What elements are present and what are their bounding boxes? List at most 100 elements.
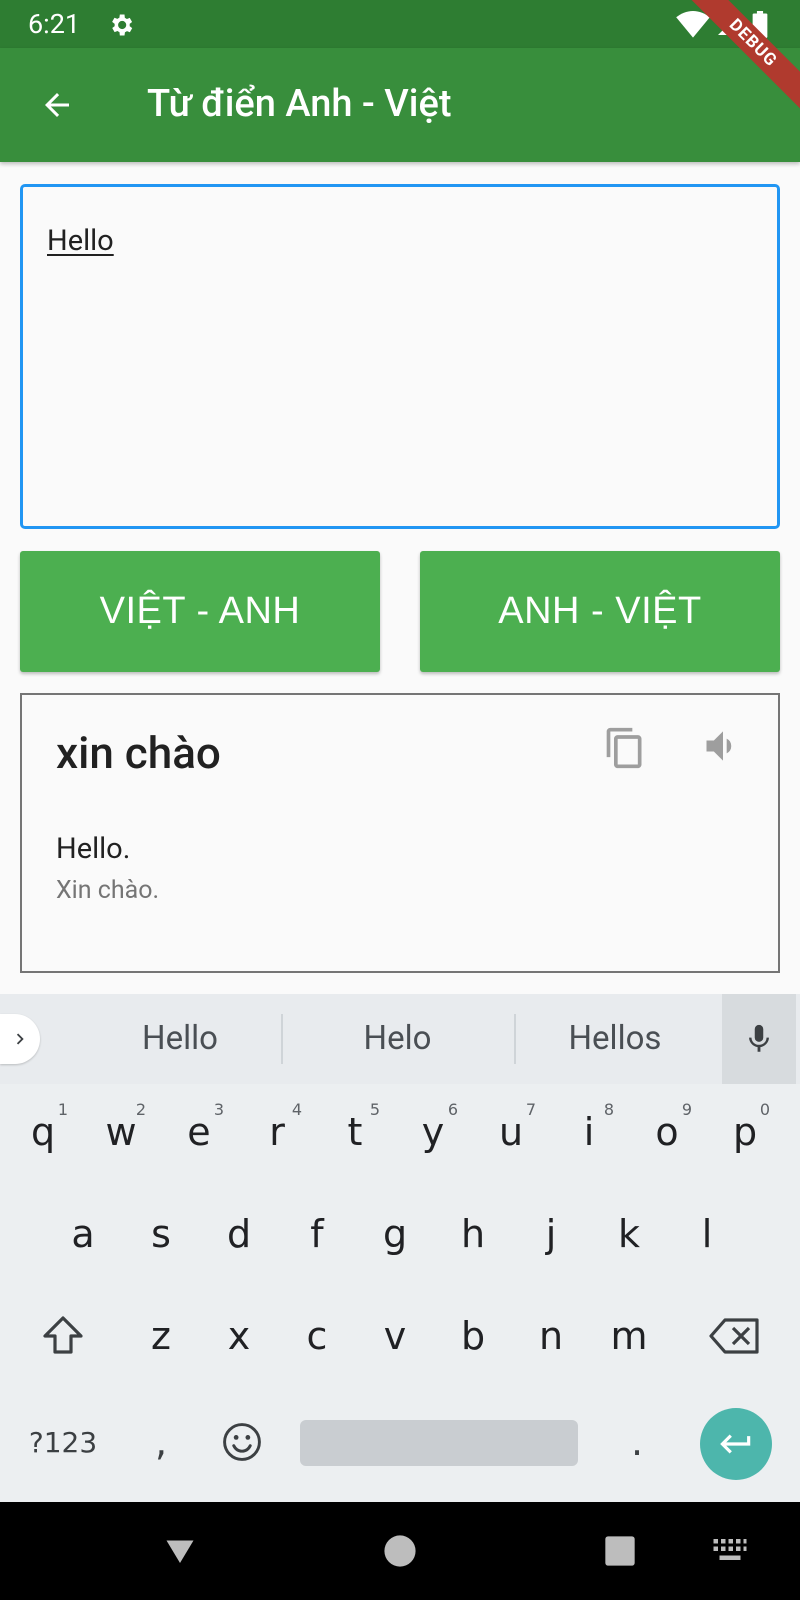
backspace-icon <box>709 1318 759 1354</box>
keyboard-icon <box>713 1539 747 1560</box>
status-time: 6:21 <box>28 8 81 40</box>
key-t[interactable]: t5 <box>316 1092 394 1172</box>
translation-input[interactable]: Hello <box>20 184 780 529</box>
soft-keyboard: Hello Helo Hellos q1 w2 e3 r4 t5 y6 u7 i… <box>0 994 800 1502</box>
result-word: xin chào <box>56 727 221 779</box>
key-hint: 0 <box>759 1100 770 1119</box>
key-label: i <box>583 1110 595 1154</box>
key-hint: 3 <box>213 1100 224 1119</box>
backspace-key[interactable] <box>690 1296 780 1376</box>
key-hint: 9 <box>681 1100 692 1119</box>
cell-signal-icon <box>718 15 738 35</box>
settings-gear-icon <box>112 14 133 36</box>
key-b[interactable]: b <box>434 1296 512 1376</box>
suggestion-bar: Hello Helo Hellos <box>0 994 800 1084</box>
expand-suggestions-button[interactable] <box>0 1014 40 1064</box>
enter-key[interactable] <box>700 1408 772 1480</box>
volume-icon <box>706 731 732 761</box>
suggestion-3[interactable]: Hellos <box>525 1014 705 1064</box>
triangle-back-icon <box>166 1540 194 1563</box>
key-h[interactable]: h <box>434 1194 512 1274</box>
input-text[interactable]: Hello <box>47 221 114 261</box>
key-label: y <box>421 1110 445 1154</box>
key-hint: 4 <box>291 1100 302 1119</box>
key-label: u <box>498 1110 524 1154</box>
key-k[interactable]: k <box>590 1194 668 1274</box>
square-recents-icon <box>605 1536 635 1566</box>
wifi-icon <box>676 11 710 38</box>
key-f[interactable]: f <box>278 1194 356 1274</box>
key-s[interactable]: s <box>122 1194 200 1274</box>
nav-back-button[interactable] <box>155 1526 205 1576</box>
keyboard-switch-button[interactable] <box>705 1526 755 1576</box>
copy-icon <box>606 727 642 769</box>
shift-key[interactable] <box>22 1296 104 1376</box>
suggestion-divider <box>281 1014 283 1064</box>
page-title: Từ điển Anh - Việt <box>147 82 452 126</box>
speaker-button[interactable] <box>698 721 748 771</box>
suggestion-2[interactable]: Helo <box>300 1014 495 1064</box>
key-label: e <box>187 1110 211 1154</box>
emoji-key[interactable] <box>200 1402 284 1482</box>
key-d[interactable]: d <box>200 1194 278 1274</box>
key-e[interactable]: e3 <box>160 1092 238 1172</box>
key-hint: 6 <box>447 1100 458 1119</box>
arrow-back-icon <box>45 93 69 117</box>
status-bar: 6:21 <box>0 0 800 48</box>
key-p[interactable]: p0 <box>706 1092 784 1172</box>
result-card: xin chào Hello. Xin chào. <box>20 693 780 973</box>
viet-anh-button[interactable]: VIỆT - ANH <box>20 551 380 672</box>
anh-viet-button[interactable]: ANH - VIỆT <box>420 551 780 672</box>
key-label: o <box>655 1110 679 1154</box>
key-hint: 8 <box>603 1100 614 1119</box>
key-label: q <box>30 1110 56 1154</box>
key-hint: 5 <box>369 1100 380 1119</box>
symbols-key[interactable]: ?123 <box>18 1402 108 1482</box>
chevron-right-icon <box>16 1033 24 1045</box>
key-hint: 2 <box>135 1100 146 1119</box>
key-label: t <box>347 1110 363 1154</box>
key-c[interactable]: c <box>278 1296 356 1376</box>
app-bar: Từ điển Anh - Việt <box>0 48 800 162</box>
space-key[interactable] <box>300 1420 578 1466</box>
shift-icon <box>43 1316 83 1354</box>
key-label: p <box>732 1110 758 1154</box>
example-vietnamese: Xin chào. <box>56 876 160 905</box>
key-l[interactable]: l <box>668 1194 746 1274</box>
key-label: w <box>105 1110 137 1154</box>
period-key[interactable]: . <box>598 1402 676 1482</box>
key-r[interactable]: r4 <box>238 1092 316 1172</box>
key-j[interactable]: j <box>512 1194 590 1274</box>
mic-icon <box>749 1024 769 1052</box>
key-hint: 1 <box>57 1100 68 1119</box>
key-u[interactable]: u7 <box>472 1092 550 1172</box>
back-button[interactable] <box>30 78 84 132</box>
key-v[interactable]: v <box>356 1296 434 1376</box>
circle-home-icon <box>384 1535 416 1567</box>
nav-recents-button[interactable] <box>595 1526 645 1576</box>
comma-key[interactable]: , <box>122 1402 200 1482</box>
key-o[interactable]: o9 <box>628 1092 706 1172</box>
copy-button[interactable] <box>600 723 650 773</box>
key-hint: 7 <box>525 1100 536 1119</box>
battery-icon <box>752 11 768 38</box>
example-english: Hello. <box>56 832 131 866</box>
key-m[interactable]: m <box>590 1296 668 1376</box>
enter-icon <box>720 1434 751 1454</box>
key-label: r <box>269 1110 285 1154</box>
key-w[interactable]: w2 <box>82 1092 160 1172</box>
key-n[interactable]: n <box>512 1296 590 1376</box>
key-a[interactable]: a <box>44 1194 122 1274</box>
key-y[interactable]: y6 <box>394 1092 472 1172</box>
mic-button[interactable] <box>722 994 796 1084</box>
key-g[interactable]: g <box>356 1194 434 1274</box>
key-q[interactable]: q1 <box>4 1092 82 1172</box>
suggestion-1[interactable]: Hello <box>80 1014 280 1064</box>
key-z[interactable]: z <box>122 1296 200 1376</box>
nav-home-button[interactable] <box>375 1526 425 1576</box>
emoji-icon <box>223 1423 261 1461</box>
navigation-bar <box>0 1502 800 1600</box>
key-x[interactable]: x <box>200 1296 278 1376</box>
key-i[interactable]: i8 <box>550 1092 628 1172</box>
suggestion-divider <box>514 1014 516 1064</box>
